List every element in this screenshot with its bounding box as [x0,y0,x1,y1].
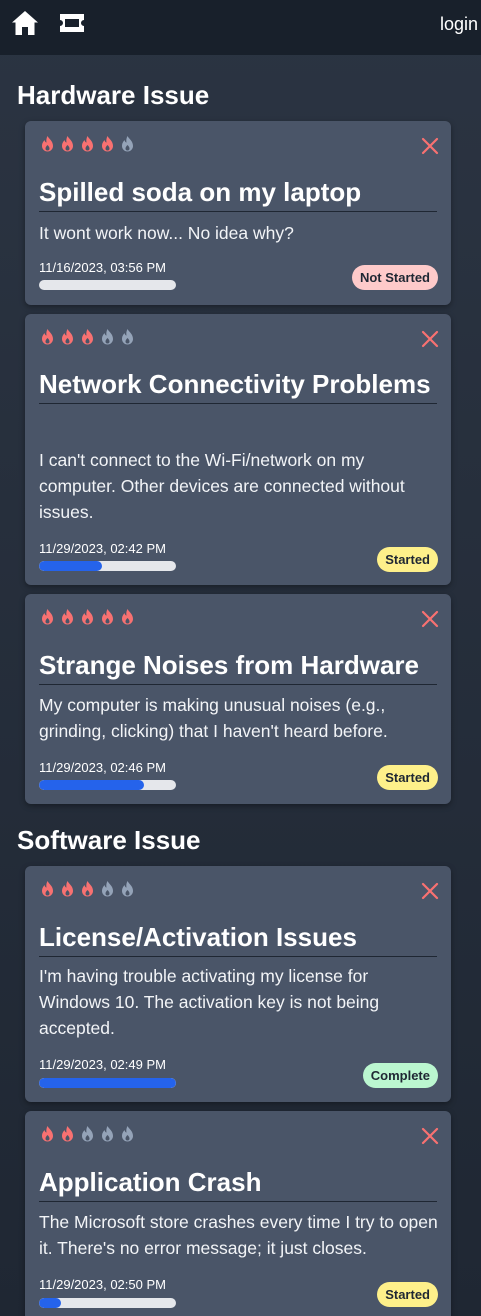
flame-icon-inactive [102,1126,113,1142]
flame-icon-active [82,609,93,625]
progress-fill [39,1078,176,1088]
flame-icon-active [102,609,113,625]
progress-bar [39,280,176,290]
flame-icon-active [62,1126,73,1142]
login-link[interactable]: login [440,14,481,35]
ticket-card[interactable]: Application Crash The Microsoft store cr… [25,1111,451,1316]
progress-fill [39,561,103,571]
flame-icon-active [62,881,73,897]
ticket-title: Strange Noises from Hardware [39,647,437,685]
ticket-card[interactable]: Spilled soda on my laptop It wont work n… [25,121,451,305]
progress-bar [39,1298,176,1308]
flame-icon-inactive [122,329,133,345]
ticket-date: 11/29/2023, 02:49 PM [39,1057,166,1072]
flame-icon-active [82,881,93,897]
ticket-title: Network Connectivity Problems [39,366,437,404]
ticket-title: Spilled soda on my laptop [39,174,437,212]
flame-icon-active [62,329,73,345]
top-nav-bar: login [0,0,481,55]
ticket-description: The Microsoft store crashes every time I… [39,1212,438,1258]
status-badge: Started [377,1282,438,1307]
flame-icon-active [42,1126,53,1142]
section-title-software: Software Issue [17,825,201,855]
section-title-hardware: Hardware Issue [17,80,210,110]
close-icon[interactable] [421,137,439,155]
status-badge: Started [377,765,438,790]
flame-icon-active [102,136,113,152]
flame-icon-inactive [122,881,133,897]
priority-flames [39,328,136,346]
ticket-date: 11/16/2023, 03:56 PM [39,260,166,275]
close-icon[interactable] [421,882,439,900]
ticket-icon[interactable] [58,12,86,34]
flame-icon-active [42,881,53,897]
flame-icon-inactive [82,1126,93,1142]
ticket-date: 11/29/2023, 02:46 PM [39,760,166,775]
priority-flames [39,880,136,898]
flame-icon-active [62,136,73,152]
progress-bar [39,1078,176,1088]
flame-icon-inactive [102,881,113,897]
flame-icon-active [42,329,53,345]
flame-icon-inactive [122,1126,133,1142]
ticket-description: My computer is making unusual noises (e.… [39,695,388,741]
status-badge: Complete [362,1063,438,1088]
ticket-description: I'm having trouble activating my license… [39,966,380,1038]
progress-bar [39,561,176,571]
close-icon[interactable] [421,1127,439,1145]
ticket-title: License/Activation Issues [39,919,437,957]
progress-bar [39,780,176,790]
ticket-description: It wont work now... No idea why? [39,223,294,243]
priority-flames [39,608,136,626]
flame-icon-inactive [102,329,113,345]
close-icon[interactable] [421,330,439,348]
priority-flames [39,1125,136,1143]
priority-flames [39,135,136,153]
flame-icon-inactive [122,136,133,152]
status-badge: Not Started [351,265,438,290]
ticket-date: 11/29/2023, 02:42 PM [39,541,166,556]
flame-icon-active [82,136,93,152]
ticket-card[interactable]: License/Activation Issues I'm having tro… [25,866,451,1102]
flame-icon-active [42,136,53,152]
status-badge: Started [377,547,438,572]
ticket-card[interactable]: Network Connectivity Problems I can't co… [25,314,451,585]
flame-icon-active [122,609,133,625]
flame-icon-active [62,609,73,625]
progress-fill [39,780,145,790]
ticket-description: I can't connect to the Wi-Fi/network on … [39,450,405,522]
flame-icon-active [82,329,93,345]
ticket-date: 11/29/2023, 02:50 PM [39,1277,166,1292]
close-icon[interactable] [421,610,439,628]
flame-icon-active [42,609,53,625]
ticket-card[interactable]: Strange Noises from Hardware My computer… [25,594,451,804]
home-icon[interactable] [11,10,39,36]
progress-fill [39,1298,61,1308]
ticket-title: Application Crash [39,1164,437,1202]
